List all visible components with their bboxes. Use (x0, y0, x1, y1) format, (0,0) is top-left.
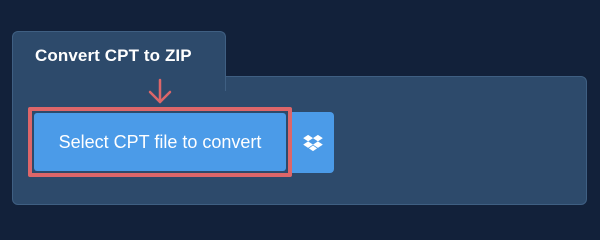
dropbox-icon (303, 134, 323, 151)
dropbox-button[interactable] (292, 112, 334, 173)
tab-join (13, 76, 225, 79)
panel-title: Convert CPT to ZIP (35, 46, 192, 65)
converter-panel-tab: Convert CPT to ZIP (12, 31, 226, 91)
down-arrow-icon (148, 78, 172, 104)
select-file-button[interactable]: Select CPT file to convert (34, 113, 286, 171)
